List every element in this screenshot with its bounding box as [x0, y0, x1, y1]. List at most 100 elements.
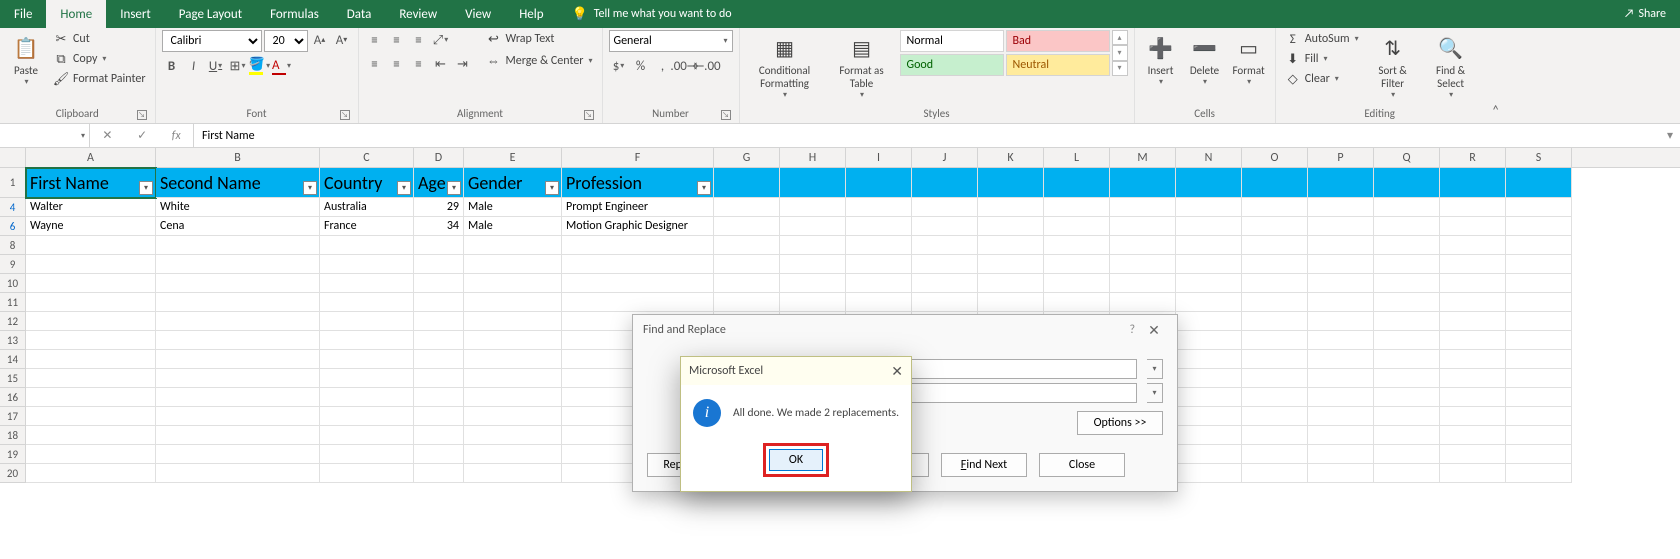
cell[interactable]: [1506, 236, 1572, 255]
borders-button[interactable]: ⊞▾: [228, 56, 248, 76]
cell[interactable]: [414, 255, 464, 274]
cell[interactable]: [846, 217, 912, 236]
cell[interactable]: [1242, 217, 1308, 236]
cell[interactable]: [464, 274, 562, 293]
insert-cells-button[interactable]: ➕Insert▾: [1141, 30, 1181, 89]
cell[interactable]: [1440, 407, 1506, 426]
cell[interactable]: [464, 369, 562, 388]
bold-button[interactable]: B: [162, 56, 182, 76]
cell[interactable]: [464, 331, 562, 350]
cell[interactable]: [1110, 236, 1176, 255]
format-as-table-button[interactable]: ▤Format as Table▾: [828, 30, 896, 102]
accounting-format-button[interactable]: $▾: [609, 56, 629, 76]
cell[interactable]: [26, 331, 156, 350]
filter-button[interactable]: ▾: [303, 181, 317, 195]
align-left-button[interactable]: ≡: [365, 54, 385, 74]
cell[interactable]: [1242, 168, 1308, 198]
cell[interactable]: Gender▾: [464, 168, 562, 198]
cell[interactable]: [1176, 426, 1242, 445]
decrease-decimal-button[interactable]: ←.00: [697, 56, 717, 76]
cell[interactable]: [1506, 312, 1572, 331]
cell[interactable]: [1176, 350, 1242, 369]
cell[interactable]: [320, 407, 414, 426]
select-all-corner[interactable]: [0, 148, 26, 167]
cell[interactable]: [714, 255, 780, 274]
cell[interactable]: [780, 274, 846, 293]
cell[interactable]: [1374, 445, 1440, 464]
cell[interactable]: [714, 293, 780, 312]
cell[interactable]: [1506, 407, 1572, 426]
cell[interactable]: [414, 236, 464, 255]
cell[interactable]: [1242, 407, 1308, 426]
cell[interactable]: [1440, 464, 1506, 483]
cell[interactable]: [978, 198, 1044, 217]
cell[interactable]: [1044, 217, 1110, 236]
col-header-J[interactable]: J: [912, 148, 978, 167]
cell[interactable]: [562, 236, 714, 255]
row-header[interactable]: 12: [0, 312, 26, 331]
cell[interactable]: [780, 236, 846, 255]
cell[interactable]: [978, 168, 1044, 198]
font-size[interactable]: 20: [264, 30, 308, 52]
cell[interactable]: [414, 388, 464, 407]
cell[interactable]: [1176, 312, 1242, 331]
fill-button[interactable]: ⬇Fill▾: [1282, 50, 1362, 68]
cell[interactable]: [1506, 426, 1572, 445]
cell[interactable]: [414, 426, 464, 445]
cell[interactable]: Second Name▾: [156, 168, 320, 198]
cell[interactable]: [1374, 217, 1440, 236]
tab-view[interactable]: View: [451, 0, 505, 28]
cell[interactable]: [714, 274, 780, 293]
cell[interactable]: [780, 217, 846, 236]
cell[interactable]: Motion Graphic Designer: [562, 217, 714, 236]
row-header[interactable]: 9: [0, 255, 26, 274]
sort-filter-button[interactable]: ⇅Sort & Filter▾: [1366, 30, 1420, 102]
autosum-button[interactable]: ΣAutoSum▾: [1282, 30, 1362, 48]
cell[interactable]: [1440, 445, 1506, 464]
conditional-formatting-button[interactable]: ▦Conditional Formatting▾: [746, 30, 824, 102]
cell[interactable]: [978, 293, 1044, 312]
cell[interactable]: [1506, 255, 1572, 274]
cell[interactable]: [414, 293, 464, 312]
expand-formula-bar-button[interactable]: ▾: [1660, 124, 1680, 147]
cell[interactable]: [1176, 331, 1242, 350]
cell[interactable]: [414, 350, 464, 369]
cell[interactable]: [1308, 236, 1374, 255]
cell[interactable]: [320, 426, 414, 445]
format-cells-button[interactable]: ▭Format▾: [1229, 30, 1269, 89]
tab-formulas[interactable]: Formulas: [256, 0, 333, 28]
cell[interactable]: [978, 274, 1044, 293]
cell[interactable]: Prompt Engineer: [562, 198, 714, 217]
row-header[interactable]: 17: [0, 407, 26, 426]
cell[interactable]: [780, 255, 846, 274]
cell[interactable]: [1374, 168, 1440, 198]
number-launcher[interactable]: ↘: [721, 110, 731, 120]
col-header-S[interactable]: S: [1506, 148, 1572, 167]
cell[interactable]: [464, 312, 562, 331]
cell[interactable]: [320, 388, 414, 407]
cell[interactable]: [1308, 350, 1374, 369]
orientation-button[interactable]: ⤢▾: [431, 30, 451, 50]
cell[interactable]: [1308, 464, 1374, 483]
cell[interactable]: [1044, 293, 1110, 312]
fill-color-button[interactable]: 🪣▾: [250, 56, 270, 76]
delete-cells-button[interactable]: ➖Delete▾: [1185, 30, 1225, 89]
cell[interactable]: [464, 350, 562, 369]
cell[interactable]: [26, 236, 156, 255]
cell[interactable]: [1308, 445, 1374, 464]
tab-data[interactable]: Data: [333, 0, 386, 28]
share-button[interactable]: ↗ Share: [1610, 0, 1680, 28]
font-color-button[interactable]: A▾: [272, 56, 292, 76]
cell[interactable]: [1044, 198, 1110, 217]
cell[interactable]: [1506, 388, 1572, 407]
merge-center-button[interactable]: ⇔Merge & Center▾: [483, 52, 596, 70]
formula-input[interactable]: First Name: [194, 124, 1660, 147]
cell[interactable]: [1374, 255, 1440, 274]
cell[interactable]: 34: [414, 217, 464, 236]
cell[interactable]: [1506, 217, 1572, 236]
cell[interactable]: [1176, 388, 1242, 407]
cell[interactable]: [846, 168, 912, 198]
cell[interactable]: [1176, 293, 1242, 312]
cell[interactable]: [1440, 217, 1506, 236]
cell[interactable]: [26, 464, 156, 483]
